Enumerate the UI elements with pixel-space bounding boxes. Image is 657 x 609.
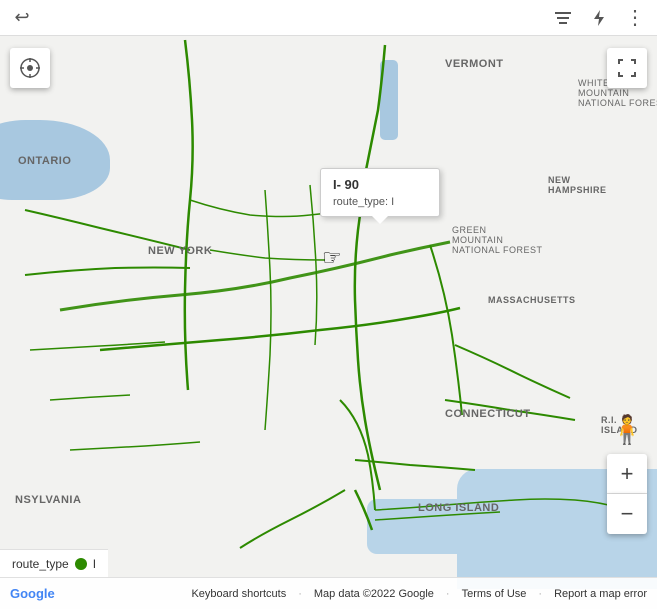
lightning-button[interactable] (585, 4, 613, 32)
zoom-out-button[interactable]: − (607, 494, 647, 534)
more-menu-icon: ⋮ (625, 5, 645, 30)
fullscreen-icon (618, 59, 636, 77)
zoom-out-icon: − (621, 501, 634, 527)
legend-dot (75, 558, 87, 570)
legend-label: route_type (12, 557, 69, 571)
location-icon (19, 57, 41, 79)
google-logo: Google (10, 586, 55, 601)
bottom-bar-links: Keyboard shortcuts · Map data ©2022 Goog… (191, 588, 647, 600)
bottom-bar: Google Keyboard shortcuts · Map data ©20… (0, 577, 657, 609)
map-data-link[interactable]: Map data ©2022 Google (314, 588, 434, 600)
undo-icon: ↩ (14, 7, 29, 28)
legend-bar: route_type I (0, 549, 108, 577)
map-container: ↩ ⋮ (0, 0, 657, 609)
route-tooltip: I- 90 route_type: I (320, 168, 440, 217)
toolbar: ↩ ⋮ (0, 0, 657, 36)
zoom-in-button[interactable]: + (607, 454, 647, 494)
fullscreen-button[interactable] (607, 48, 647, 88)
cursor: ☞ (322, 245, 342, 271)
lightning-icon (591, 9, 607, 27)
route-type-value: I (391, 196, 394, 208)
legend-value: I (93, 557, 96, 571)
route-type-label: route_type: (333, 196, 388, 208)
separator-2: · (446, 588, 450, 600)
separator-3: · (538, 588, 542, 600)
tooltip-route-type: route_type: I (333, 196, 427, 208)
roads-overlay (0, 0, 657, 609)
pegman-button[interactable]: 🧍 (607, 409, 647, 449)
pegman-icon: 🧍 (610, 413, 645, 446)
terms-link[interactable]: Terms of Use (462, 588, 527, 600)
more-menu-button[interactable]: ⋮ (621, 4, 649, 32)
filter-button[interactable] (549, 4, 577, 32)
separator-1: · (298, 588, 302, 600)
location-button[interactable] (10, 48, 50, 88)
keyboard-shortcuts-link[interactable]: Keyboard shortcuts (191, 588, 286, 600)
undo-button[interactable]: ↩ (8, 4, 36, 32)
filter-icon (554, 11, 572, 25)
zoom-controls: + − (607, 454, 647, 534)
tooltip-title: I- 90 (333, 177, 427, 192)
toolbar-left: ↩ (8, 4, 549, 32)
zoom-in-icon: + (621, 461, 634, 487)
report-link[interactable]: Report a map error (554, 588, 647, 600)
toolbar-right: ⋮ (549, 4, 649, 32)
